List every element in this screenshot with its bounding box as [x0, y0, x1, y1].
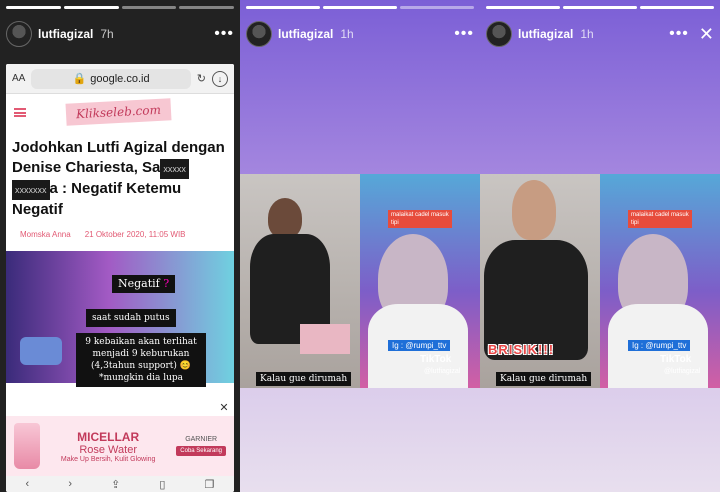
- tiktok-username: @lutfiagizal: [424, 368, 461, 375]
- video-label: malaikat cadel masuk tipi: [628, 210, 692, 228]
- story-header: lutfiagizal 7h •••: [6, 18, 234, 50]
- site-logo: Klikseleb.com: [65, 98, 172, 126]
- headline-part-1: Jodohkan Lutfi Agizal dengan Denise Char…: [12, 139, 225, 176]
- more-options-icon[interactable]: •••: [669, 25, 689, 43]
- progress-segment: [400, 6, 474, 9]
- note-question-mark: ?: [163, 277, 170, 290]
- more-options-icon[interactable]: •••: [214, 25, 234, 43]
- redacted-text: xxxxxxx: [12, 180, 50, 200]
- back-icon: ‹: [25, 478, 30, 490]
- story-1[interactable]: lutfiagizal 7h ••• AA 🔒 google.co.id ↻ ↓…: [0, 0, 240, 492]
- post-time: 7h: [100, 27, 114, 41]
- story-progress: [6, 6, 234, 9]
- tiktok-logo: TikTok: [660, 354, 692, 365]
- progress-segment: [121, 6, 177, 9]
- money-pile: [300, 324, 350, 354]
- person-head: [268, 198, 302, 238]
- forward-icon: ›: [68, 478, 72, 490]
- sticker-note-putus: saat sudah putus: [86, 309, 176, 327]
- url-field: 🔒 google.co.id: [31, 68, 191, 89]
- stories-viewer: lutfiagizal 7h ••• AA 🔒 google.co.id ↻ ↓…: [0, 0, 720, 492]
- redacted-text: xxxxx: [160, 159, 189, 179]
- progress-segment: [6, 6, 61, 9]
- progress-segment: [63, 6, 119, 9]
- username[interactable]: lutfiagizal: [38, 27, 93, 41]
- article-byline: Momska Anna 21 Oktober 2020, 11:05 WIB: [6, 220, 234, 239]
- username[interactable]: lutfiagizal: [278, 27, 333, 41]
- note-text: Negatif: [118, 277, 160, 290]
- sticker-note-negatif: Negatif ?: [112, 275, 176, 293]
- site-header: Klikseleb.com: [6, 94, 234, 130]
- ig-handle: Ig : @rumpi_ttv: [628, 340, 691, 351]
- brisik-sticker: BRISIK!!!: [488, 342, 555, 357]
- download-icon: ↓: [212, 70, 228, 87]
- username[interactable]: lutfiagizal: [518, 27, 573, 41]
- product-bottle: [14, 423, 40, 469]
- tiktok-username: @lutfiagizal: [664, 368, 701, 375]
- ad-copy: MICELLAR Rose Water Make Up Bersih, Kuli…: [48, 430, 168, 463]
- url-bar: AA 🔒 google.co.id ↻ ↓: [6, 64, 234, 94]
- ad-brand-block: GARNIER Coba Sekarang: [176, 436, 226, 456]
- bookmarks-icon: ▯: [159, 478, 166, 491]
- ad-cta: Coba Sekarang: [176, 446, 226, 456]
- ad-brand: GARNIER: [185, 436, 218, 443]
- story-2[interactable]: lutfiagizal 1h ••• malaikat cadel masuk …: [240, 0, 480, 492]
- video-frame: malaikat cadel masuk tipi Ig : @rumpi_tt…: [480, 174, 720, 388]
- advertisement: MICELLAR Rose Water Make Up Bersih, Kuli…: [6, 416, 234, 476]
- ad-subtitle: Rose Water: [79, 443, 137, 456]
- progress-segment: [246, 6, 320, 9]
- article-hero-image: Negatif ? saat sudah putus 9 kebaikan ak…: [6, 251, 234, 387]
- video-caption: Kalau gue dirumah: [496, 372, 592, 386]
- avatar[interactable]: [486, 21, 512, 47]
- ad-tagline: Make Up Bersih, Kulit Glowing: [60, 455, 156, 463]
- post-time: 1h: [340, 27, 354, 41]
- post-time: 1h: [580, 27, 594, 41]
- person-head: [512, 180, 556, 240]
- video-frame: malaikat cadel masuk tipi Ig : @rumpi_tt…: [240, 174, 480, 388]
- story-progress: [246, 6, 474, 9]
- share-icon: ⇪: [111, 478, 121, 491]
- progress-segment: [563, 6, 637, 9]
- sofa-shape: [20, 337, 62, 365]
- story-header: lutfiagizal 1h •••: [246, 18, 474, 50]
- reload-icon: ↻: [196, 73, 206, 85]
- story-progress: [486, 6, 714, 9]
- avatar[interactable]: [6, 21, 32, 47]
- video-caption: Kalau gue dirumah: [256, 372, 352, 386]
- author: Momska Anna: [20, 230, 71, 239]
- ig-handle: Ig : @rumpi_ttv: [388, 340, 451, 351]
- progress-segment: [323, 6, 397, 9]
- menu-icon: [14, 107, 26, 117]
- more-options-icon[interactable]: •••: [454, 25, 474, 43]
- text-size-button: AA: [12, 73, 26, 84]
- ad-title: MICELLAR: [77, 429, 140, 444]
- progress-segment: [179, 6, 234, 9]
- browser-toolbar: ‹ › ⇪ ▯ ❐: [6, 476, 234, 492]
- tiktok-logo: TikTok: [420, 354, 452, 365]
- video-label: malaikat cadel masuk tipi: [388, 210, 452, 228]
- lock-icon: 🔒: [72, 73, 87, 85]
- browser-screenshot: AA 🔒 google.co.id ↻ ↓ Klikseleb.com Jodo…: [6, 64, 234, 492]
- tabs-icon: ❐: [204, 478, 215, 491]
- story-header: lutfiagizal 1h ••• ✕: [486, 18, 714, 50]
- url-text: google.co.id: [90, 72, 150, 85]
- publish-date: 21 Oktober 2020, 11:05 WIB: [84, 230, 186, 239]
- close-icon[interactable]: ✕: [699, 25, 714, 43]
- sticker-note-kebaikan: 9 kebaikan akan terlihat menjadi 9 kebur…: [76, 333, 206, 387]
- ad-close-icon: ✕: [218, 402, 230, 414]
- video-left-panel: [240, 174, 360, 388]
- article-headline: Jodohkan Lutfi Agizal dengan Denise Char…: [6, 130, 234, 220]
- progress-segment: [486, 6, 560, 9]
- story-3[interactable]: lutfiagizal 1h ••• ✕ malaikat cadel masu…: [480, 0, 720, 492]
- progress-segment: [640, 6, 714, 9]
- avatar[interactable]: [246, 21, 272, 47]
